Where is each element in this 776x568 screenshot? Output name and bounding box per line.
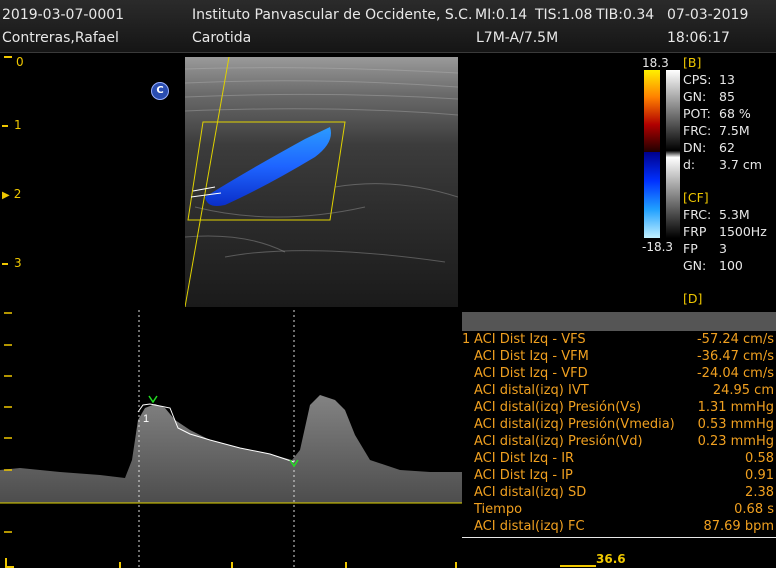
param-row: GN: 85: [683, 89, 735, 104]
b-mode-title: [B]: [683, 55, 702, 70]
header-bar: 2019-03-07-0001 Contreras,Rafael Institu…: [0, 0, 776, 53]
depth-label-3: 3: [2, 256, 22, 270]
param-row: FRC: 5.3M: [683, 207, 750, 222]
exam-time: 18:06:17: [667, 30, 730, 46]
param-row: d: 3.7 cm: [683, 157, 762, 172]
probe-name: L7M-A/7.5M: [476, 30, 559, 46]
bottom-value: 36.6: [596, 552, 626, 566]
param-row: CPS: 13: [683, 72, 735, 87]
measurement-row: ACI Dist Izq - IR 0.58: [474, 451, 774, 466]
tis-index: TIS:1.08: [535, 7, 593, 23]
patient-id: 2019-03-07-0001: [2, 7, 125, 23]
param-row: DN: 62: [683, 140, 735, 155]
measurement-panel: 1 ACI Dist Izq - VFS -57.24 cm/s ACI Dist …: [462, 331, 776, 539]
measurement-row: ACI distal(izq) SD 2.38: [474, 485, 774, 500]
tib-index: TIB:0.34: [596, 7, 655, 23]
measurement-row: ACI distal(izq) Presión(Vd) 0.23 mmHg: [474, 434, 774, 449]
measurement-row: Tiempo 0.68 s: [474, 502, 774, 517]
measurement-row: ACI distal(izq) IVT 24.95 cm: [474, 383, 774, 398]
bottom-value-rule: [560, 565, 596, 567]
doppler-spectrum: [0, 395, 462, 503]
measurement-row: ACI distal(izq) Presión(Vs) 1.31 mmHg: [474, 400, 774, 415]
measure-panel-divider: [462, 537, 776, 538]
param-row: POT: 68 %: [683, 106, 751, 121]
d-mode-title: [D]: [683, 291, 703, 306]
param-row: FRP 1500Hz: [683, 224, 767, 239]
patient-name: Contreras,Rafael: [2, 30, 119, 46]
param-row: FRC: 7.5M: [683, 123, 750, 138]
color-map-bottom: -18.3: [642, 240, 674, 254]
param-row: GN: 100: [683, 258, 743, 273]
depth-label-2: ▶ 2: [2, 187, 22, 201]
spectral-doppler: 1: [0, 310, 462, 568]
institution-name: Instituto Panvascular de Occidente, S.C.: [192, 7, 473, 23]
measurement-row: ACI Dist Izq - IP 0.91: [474, 468, 774, 483]
measurement-row: ACI distal(izq) Presión(Vmedia) 0.53 mmHg: [474, 417, 774, 432]
mi-index: MI:0.14: [475, 7, 528, 23]
measurement-row: 1 ACI Dist Izq - VFS -57.24 cm/s: [462, 332, 774, 347]
exam-date: 07-03-2019: [667, 7, 749, 23]
measurement-row: ACI Dist Izq - VFM -36.47 cm/s: [474, 349, 774, 364]
measurement-row: ACI Dist Izq - VFD -24.04 cm/s: [474, 366, 774, 381]
cf-mode-title: [CF]: [683, 190, 709, 205]
orientation-marker: C: [151, 82, 169, 100]
ultrasound-bmode-image: [185, 57, 458, 307]
measure-panel-header: [462, 312, 776, 331]
color-map-top: 18.3: [642, 56, 669, 70]
depth-label-1: 1: [2, 118, 22, 132]
caliper-marker: 1: [143, 413, 149, 425]
param-row: FP 3: [683, 241, 727, 256]
measurement-row: ACI distal(izq) FC 87.69 bpm: [474, 519, 774, 534]
exam-type: Carotida: [192, 30, 252, 46]
depth-label-0: 0: [16, 55, 24, 69]
